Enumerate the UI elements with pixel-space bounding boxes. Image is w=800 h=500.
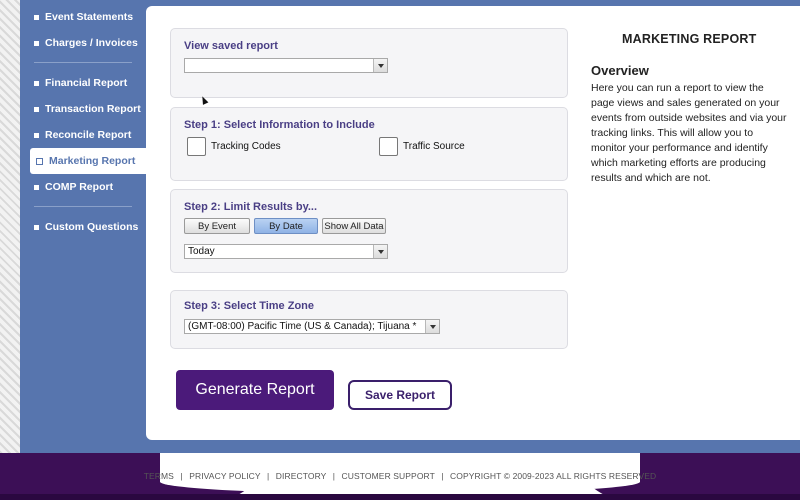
footer-separator: | xyxy=(332,471,336,481)
bullet-icon xyxy=(36,157,43,165)
step1-heading: Step 1: Select Information to Include xyxy=(184,119,375,131)
sidebar-item-custom-questions[interactable]: Custom Questions xyxy=(20,214,146,240)
overview-text: Here you can run a report to view the pa… xyxy=(591,82,787,184)
save-report-button[interactable]: Save Report xyxy=(348,380,452,410)
footer-link-privacy[interactable]: PRIVACY POLICY xyxy=(189,471,260,481)
bullet-icon xyxy=(34,224,39,230)
sidebar-item-label: COMP Report xyxy=(45,181,114,193)
tracking-codes-label: Tracking Codes xyxy=(211,141,281,152)
by-date-button[interactable]: By Date xyxy=(254,218,318,234)
footer: TERMS | PRIVACY POLICY | DIRECTORY | CUS… xyxy=(0,453,800,500)
chevron-down-icon xyxy=(373,245,387,258)
page-title: MARKETING REPORT xyxy=(622,32,757,46)
step1-box: Step 1: Select Information to Include Tr… xyxy=(170,107,568,181)
saved-report-heading: View saved report xyxy=(184,40,278,52)
sidebar-divider xyxy=(34,206,132,207)
content-panel: View saved report Step 1: Select Informa… xyxy=(146,6,800,440)
traffic-source-label: Traffic Source xyxy=(403,141,465,152)
decorative-stripes xyxy=(0,0,20,453)
step2-box: Step 2: Limit Results by... By Event By … xyxy=(170,189,568,273)
sidebar-item-marketing-report[interactable]: Marketing Report xyxy=(30,148,146,174)
sidebar-item-label: Transaction Report xyxy=(45,103,141,115)
show-all-data-button[interactable]: Show All Data xyxy=(322,218,386,234)
sidebar-item-event-statements[interactable]: Event Statements xyxy=(20,4,146,30)
chevron-down-icon xyxy=(425,320,439,333)
tracking-codes-checkbox[interactable] xyxy=(187,137,206,156)
sidebar-item-label: Event Statements xyxy=(45,11,134,23)
sidebar-item-reconcile-report[interactable]: Reconcile Report xyxy=(20,122,146,148)
footer-link-support[interactable]: CUSTOMER SUPPORT xyxy=(342,471,435,481)
sidebar-item-label: Financial Report xyxy=(45,77,128,89)
sidebar-item-label: Reconcile Report xyxy=(45,129,132,141)
step2-heading: Step 2: Limit Results by... xyxy=(184,201,318,213)
timezone-value: (GMT-08:00) Pacific Time (US & Canada); … xyxy=(188,321,417,332)
step3-box: Step 3: Select Time Zone (GMT-08:00) Pac… xyxy=(170,290,568,349)
footer-band xyxy=(0,494,800,500)
bullet-icon xyxy=(34,14,39,20)
saved-report-select[interactable] xyxy=(184,58,388,73)
chevron-down-icon xyxy=(373,59,387,72)
sidebar-item-label: Custom Questions xyxy=(45,221,139,233)
sidebar-item-charges-invoices[interactable]: Charges / Invoices xyxy=(20,30,146,56)
sidebar-divider xyxy=(34,62,132,63)
date-range-select[interactable]: Today xyxy=(184,244,388,259)
footer-separator: | xyxy=(267,471,270,481)
sidebar: Event Statements Charges / Invoices Fina… xyxy=(20,4,146,240)
bullet-icon xyxy=(34,106,39,112)
sidebar-item-label: Marketing Report xyxy=(49,155,136,167)
saved-report-box: View saved report xyxy=(170,28,568,98)
sidebar-item-financial-report[interactable]: Financial Report xyxy=(20,70,146,96)
traffic-source-checkbox[interactable] xyxy=(379,137,398,156)
bullet-icon xyxy=(34,80,39,86)
footer-links: TERMS | PRIVACY POLICY | DIRECTORY | CUS… xyxy=(0,471,800,481)
step3-heading: Step 3: Select Time Zone xyxy=(184,300,315,312)
footer-separator: | xyxy=(441,471,444,481)
sidebar-item-comp-report[interactable]: COMP Report xyxy=(20,174,146,200)
footer-separator: | xyxy=(180,471,183,481)
footer-copyright: COPYRIGHT © 2009-2023 ALL RIGHTS RESERVE… xyxy=(450,471,657,481)
by-event-button[interactable]: By Event xyxy=(184,218,250,234)
bullet-icon xyxy=(34,40,39,46)
bullet-icon xyxy=(34,184,39,190)
sidebar-item-transaction-report[interactable]: Transaction Report xyxy=(20,96,146,122)
sidebar-item-label: Charges / Invoices xyxy=(45,37,138,49)
timezone-select[interactable]: (GMT-08:00) Pacific Time (US & Canada); … xyxy=(184,319,440,334)
date-range-value: Today xyxy=(188,246,215,257)
footer-link-directory[interactable]: DIRECTORY xyxy=(276,471,327,481)
overview-heading: Overview xyxy=(591,63,649,78)
bullet-icon xyxy=(34,132,39,138)
footer-link-terms[interactable]: TERMS xyxy=(144,471,174,481)
generate-report-button[interactable]: Generate Report xyxy=(176,370,334,410)
